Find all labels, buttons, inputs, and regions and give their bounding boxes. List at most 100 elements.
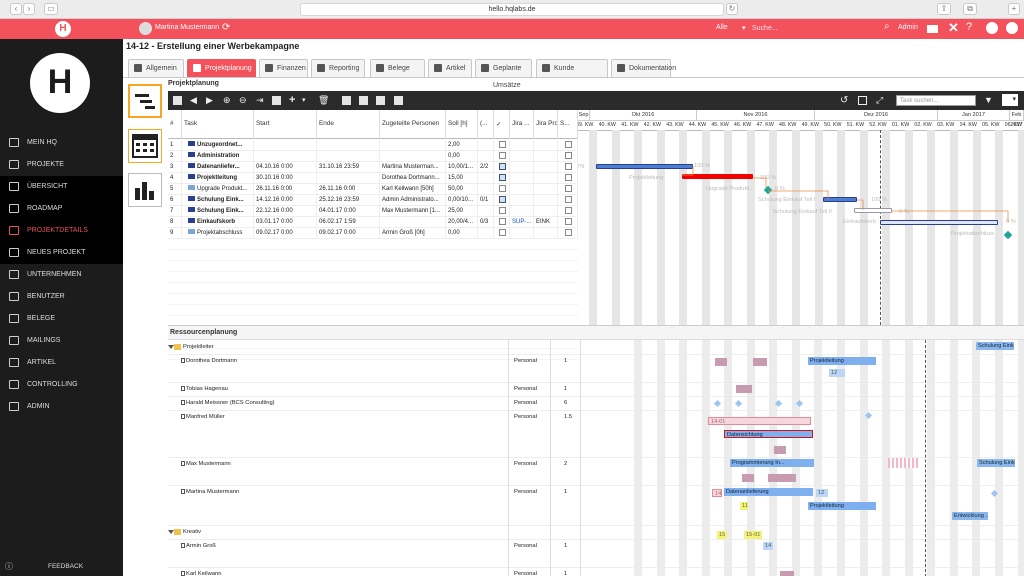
status-checkbox[interactable] xyxy=(565,184,572,192)
sidebar-item-roadmap[interactable]: ROADMAP xyxy=(0,198,123,220)
allocation-block[interactable]: 12 xyxy=(829,369,845,377)
table-row[interactable]: 9 Projektabschluss 09.02.17 0:00 09.02.17 0… xyxy=(168,228,578,239)
cell-done[interactable] xyxy=(494,195,510,206)
allocation-block[interactable]: Entwicklung ... xyxy=(952,512,988,520)
table-row[interactable]: 3 Datenanliefer... 04.10.16 0:00 31.10.16 2… xyxy=(168,162,578,173)
arrow-right-icon[interactable]: ▶ xyxy=(206,96,215,105)
cell-s[interactable] xyxy=(558,217,578,228)
resource-row[interactable]: Manfred Müller Personal 1.5 xyxy=(168,411,1024,458)
cell-task[interactable]: Projektabschluss xyxy=(182,228,254,239)
gantt-view-button[interactable] xyxy=(128,84,162,118)
close-icon[interactable]: ✕ xyxy=(948,20,959,36)
cell-task[interactable]: Administration xyxy=(182,151,254,162)
status-checkbox[interactable] xyxy=(565,206,572,214)
cell-done[interactable] xyxy=(494,206,510,217)
cell-done[interactable] xyxy=(494,173,510,184)
expand-icon[interactable]: ⤢ xyxy=(876,96,885,105)
edit-icon[interactable] xyxy=(181,386,185,391)
add-tab-icon[interactable]: + xyxy=(1008,3,1020,15)
filter-icon[interactable]: ▼ xyxy=(984,96,993,105)
link-icon[interactable]: ⇥ xyxy=(256,96,265,105)
cell-s[interactable] xyxy=(558,184,578,195)
allocation-block[interactable]: Projektleitung xyxy=(808,357,876,365)
edit-icon[interactable] xyxy=(181,543,185,548)
table-row[interactable]: 6 Schulung Eink... 14.12.16 0:00 25.12.16 2… xyxy=(168,195,578,206)
back-button[interactable]: ‹ xyxy=(10,3,22,15)
column-header[interactable]: Task xyxy=(182,110,254,139)
allocation-block[interactable]: 12 xyxy=(816,489,828,497)
column-header[interactable]: Soll [h] xyxy=(446,110,478,139)
search-icon[interactable]: ⌕ xyxy=(884,21,890,32)
allocation-block[interactable]: 11 xyxy=(740,502,748,510)
status-checkbox[interactable] xyxy=(565,140,572,148)
resource-row[interactable]: Tobias Hagenau Personal 1 xyxy=(168,383,1024,397)
resource-row[interactable]: Harald Meissner (BCS Consulting) Personal… xyxy=(168,397,1024,411)
column-header[interactable]: Zugeteilte Personen xyxy=(380,110,446,139)
table-row[interactable]: 1 Unzugeordnet... 2,00 xyxy=(168,140,578,151)
tab-geplante-umsätze[interactable]: Geplante Umsätze xyxy=(475,59,532,89)
sidebar-item-mein-hq[interactable]: MEIN HQ xyxy=(0,132,123,154)
outdent-icon[interactable] xyxy=(359,96,368,105)
table-row[interactable]: 4 Projektleitung 30.10.16 0:00 Dorothea Dor… xyxy=(168,173,578,184)
forward-button[interactable]: › xyxy=(23,3,35,15)
edit-icon[interactable] xyxy=(181,414,185,419)
edit-icon[interactable] xyxy=(181,400,185,405)
task-search-input[interactable]: Task suchen... xyxy=(896,95,976,106)
allocation-block[interactable]: Programmierung In... xyxy=(730,459,814,467)
download-icon[interactable] xyxy=(394,96,403,105)
table-row[interactable]: 7 Schulung Eink... 22.12.16 0:00 04.01.17 0… xyxy=(168,206,578,217)
table-row[interactable]: 2 Administration 0,00 xyxy=(168,151,578,162)
allocation-block[interactable] xyxy=(753,358,767,366)
done-checkbox[interactable] xyxy=(499,217,506,225)
table-row[interactable]: 8 Einkaufskorb 03.01.17 0:00 06.02.17 1:59 2… xyxy=(168,217,578,228)
cell-s[interactable] xyxy=(558,140,578,151)
tabs-icon[interactable]: ⧉ xyxy=(963,3,977,15)
global-search-input[interactable]: Suche... xyxy=(752,22,842,36)
allocation-block[interactable]: Schulung Eink... xyxy=(977,459,1015,467)
share-icon[interactable]: ⇧ xyxy=(937,3,951,15)
cell-done[interactable] xyxy=(494,162,510,173)
power-icon[interactable] xyxy=(1006,22,1018,34)
feedback-link[interactable]: FEEDBACK xyxy=(48,563,83,570)
column-header[interactable]: # xyxy=(168,110,182,139)
delete-icon[interactable]: 🗑 xyxy=(318,96,329,105)
allocation-block[interactable]: Datensichtung xyxy=(724,430,813,438)
edit-icon[interactable] xyxy=(181,571,185,576)
url-bar[interactable]: hello.hqlabs.de xyxy=(300,3,724,16)
sidebar-item-projektdetails[interactable]: PROJEKTDETAILS xyxy=(0,220,123,242)
sidebar-item-mailings[interactable]: MAILINGS xyxy=(0,330,123,352)
allocation-block[interactable] xyxy=(780,571,794,576)
tab-kunde[interactable]: Kunde xyxy=(536,59,608,77)
cell-task[interactable]: Einkaufskorb xyxy=(182,217,254,228)
tab-reporting[interactable]: Reporting xyxy=(311,59,365,77)
allocation-block[interactable]: 14 xyxy=(763,542,773,550)
resource-row[interactable]: Dorothea Dortmann Personal 1 xyxy=(168,355,1024,383)
resource-row[interactable]: Armin Groß Personal 1 xyxy=(168,540,1024,568)
search-scope-select[interactable]: Alle xyxy=(716,24,728,31)
cell-done[interactable] xyxy=(494,140,510,151)
done-checkbox[interactable] xyxy=(499,184,506,192)
cell-task[interactable]: Schulung Eink... xyxy=(182,206,254,217)
dropdown-icon[interactable]: ▾ xyxy=(302,96,311,105)
chart-view-button[interactable] xyxy=(128,173,162,207)
mail-icon[interactable] xyxy=(927,25,938,33)
cell-s[interactable] xyxy=(558,151,578,162)
hq-logo[interactable]: H xyxy=(30,53,90,113)
sidebar-item-belege[interactable]: BELEGE xyxy=(0,308,123,330)
allocation-block[interactable] xyxy=(768,474,796,482)
status-checkbox[interactable] xyxy=(565,195,572,203)
resource-row[interactable]: Karl Keilwann Personal 1 xyxy=(168,568,1024,576)
sidebar-item-übersicht[interactable]: ÜBERSICHT xyxy=(0,176,123,198)
tab-belege[interactable]: Belege xyxy=(370,59,425,77)
tab-artikel[interactable]: Artikel xyxy=(428,59,472,77)
column-header[interactable]: S... xyxy=(558,110,578,139)
cell-s[interactable] xyxy=(558,206,578,217)
tab-dokumentation[interactable]: Dokumentation xyxy=(611,59,676,77)
overload-block[interactable] xyxy=(888,458,920,468)
done-checkbox[interactable] xyxy=(499,228,506,236)
undo-icon[interactable]: ↺ xyxy=(840,96,849,106)
sidebar-item-controlling[interactable]: CONTROLLING xyxy=(0,374,123,396)
cell-done[interactable] xyxy=(494,228,510,239)
status-checkbox[interactable] xyxy=(565,228,572,236)
add-icon[interactable]: + xyxy=(289,95,298,106)
